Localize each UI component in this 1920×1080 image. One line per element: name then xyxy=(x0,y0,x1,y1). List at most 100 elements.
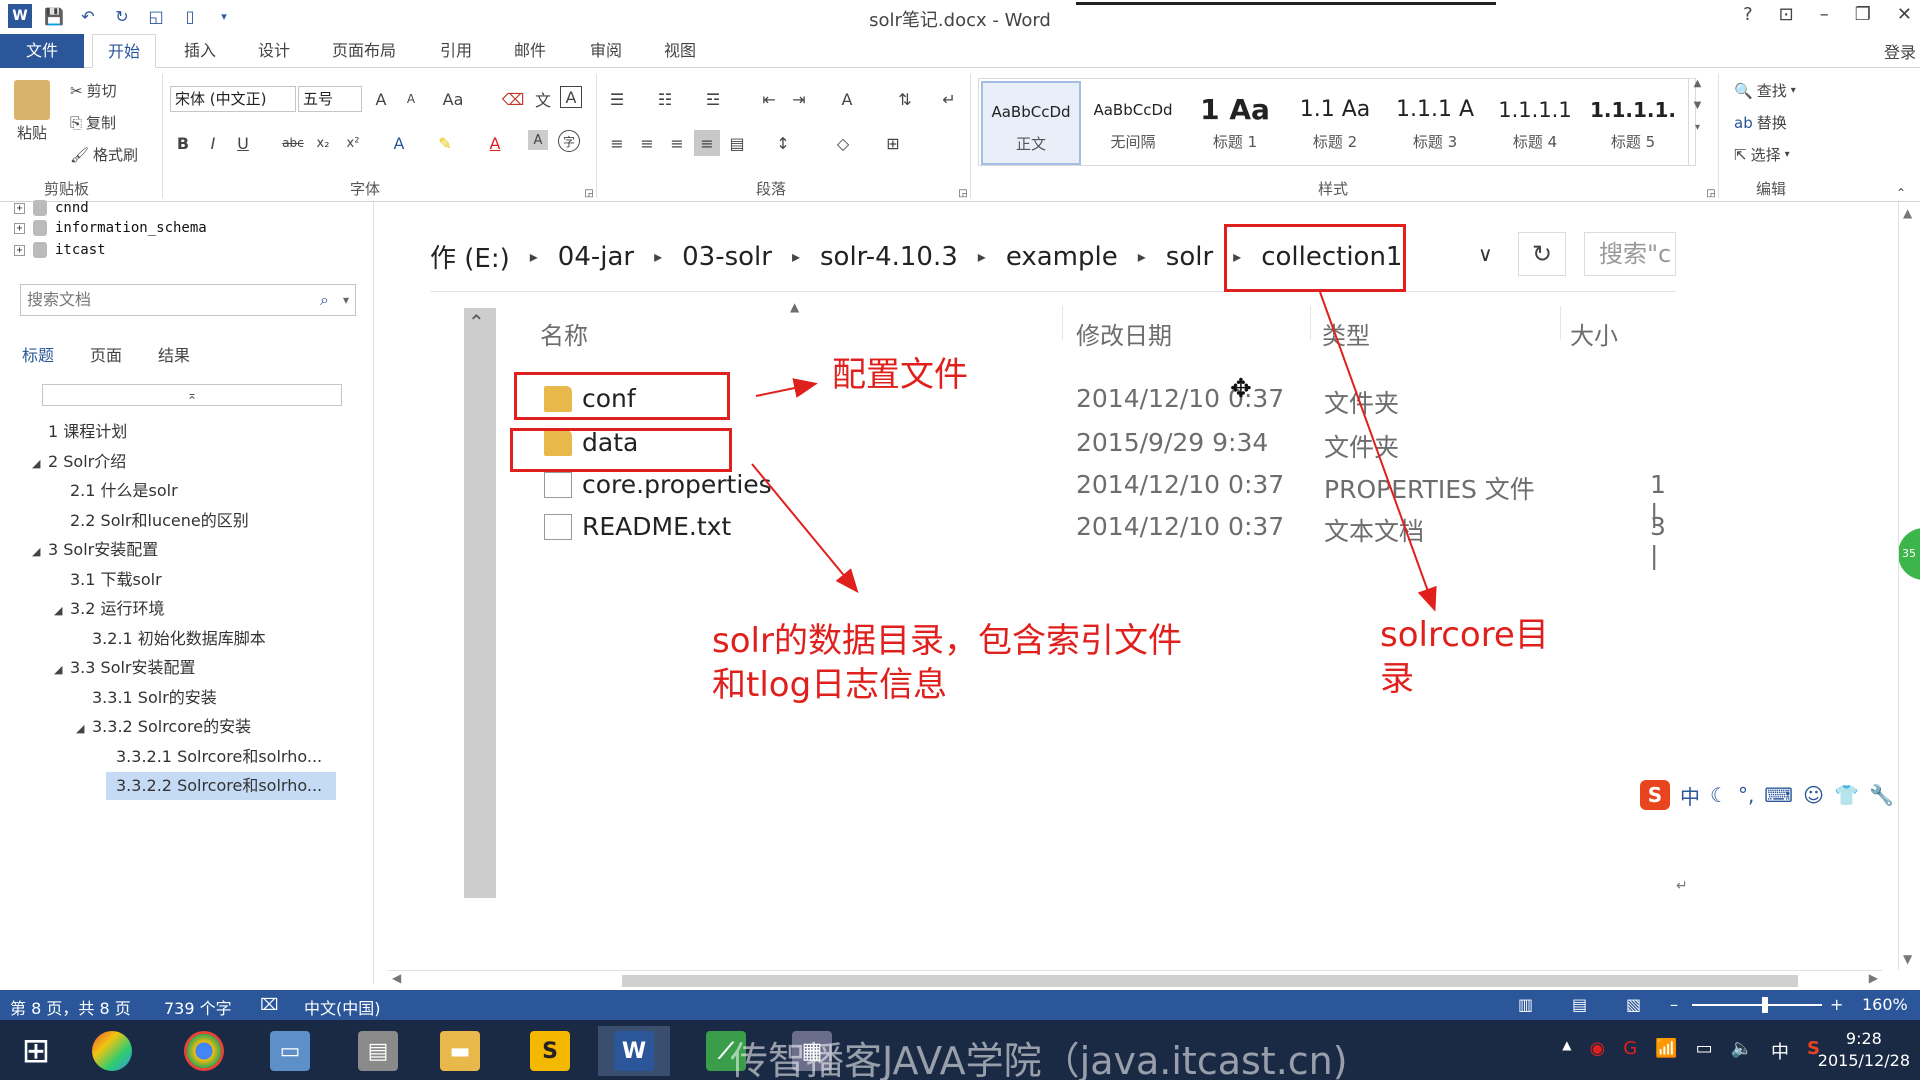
keyboard-icon[interactable]: ⌨ xyxy=(1764,783,1793,807)
superscript-button[interactable]: x² xyxy=(340,130,366,156)
tray-expand-icon[interactable]: ▲ xyxy=(1562,1038,1571,1064)
column-header-date[interactable]: 修改日期 xyxy=(1076,316,1172,351)
paste-button[interactable]: 粘贴 xyxy=(14,80,50,143)
chevron-down-icon[interactable]: ∨ xyxy=(1478,242,1493,266)
restore-button[interactable]: ❐ xyxy=(1855,4,1871,25)
column-header-name[interactable]: 名称 xyxy=(540,316,588,351)
breadcrumb-chevron-icon[interactable]: ▸ xyxy=(654,247,662,266)
style-heading-4[interactable]: 1.1.1.1 标题 4 xyxy=(1485,81,1585,165)
proofing-icon[interactable]: ⌧ xyxy=(260,995,278,1014)
cut-button[interactable]: ✂ 剪切 xyxy=(70,80,117,101)
tab-review[interactable]: 审阅 xyxy=(578,34,634,68)
taskbar-app[interactable]: ▬ xyxy=(424,1026,496,1076)
copy-button[interactable]: ⎘ 复制 xyxy=(70,112,116,133)
multilevel-list-icon[interactable]: ☲ xyxy=(700,86,726,112)
heading-item[interactable]: ◢ 3.3 Solr安装配置 xyxy=(54,654,196,682)
expand-triangle-icon[interactable]: ◢ xyxy=(32,538,48,566)
clear-format-icon[interactable]: ⌫ xyxy=(500,86,526,112)
scroll-down-icon[interactable]: ▼ xyxy=(1903,952,1912,966)
replace-button[interactable]: ab 替换 xyxy=(1734,112,1787,133)
expand-triangle-icon[interactable]: ◢ xyxy=(54,656,70,684)
heading-item[interactable]: 2.2 Solr和lucene的区别 xyxy=(54,507,249,535)
zoom-level[interactable]: 160% xyxy=(1862,995,1908,1014)
column-header-size[interactable]: 大小 xyxy=(1570,316,1618,351)
taskbar-app[interactable]: S xyxy=(514,1026,586,1076)
style-no-spacing[interactable]: AaBbCcDd 无间隔 xyxy=(1083,81,1183,165)
char-shading-icon[interactable]: A xyxy=(528,130,548,150)
breadcrumb-item[interactable]: 作 (E:) xyxy=(430,238,510,275)
numbering-icon[interactable]: ☷ xyxy=(652,86,678,112)
close-button[interactable]: ✕ xyxy=(1897,4,1912,25)
clock[interactable]: 9:28 2015/12/28 xyxy=(1818,1028,1910,1072)
print-layout-icon[interactable]: ▤ xyxy=(1572,995,1587,1014)
document-horizontal-scrollbar[interactable]: ◀ ▶ xyxy=(388,970,1882,990)
tab-layout[interactable]: 页面布局 xyxy=(322,34,406,68)
user-icon[interactable]: ☺ xyxy=(1803,783,1824,807)
search-icon[interactable]: ⌕ xyxy=(320,285,329,315)
zoom-slider-thumb[interactable] xyxy=(1762,997,1768,1013)
phonetic-guide-icon[interactable]: 文 xyxy=(530,86,556,112)
underline-button[interactable]: U xyxy=(230,130,256,156)
style-normal[interactable]: AaBbCcDd 正文 xyxy=(981,81,1081,165)
zoom-out-button[interactable]: – xyxy=(1670,995,1678,1014)
wrench-icon[interactable]: 🔧 xyxy=(1869,783,1894,807)
zoom-slider[interactable] xyxy=(1692,1004,1822,1006)
nav-tab-headings[interactable]: 标题 xyxy=(22,342,54,366)
zoom-in-button[interactable]: + xyxy=(1830,995,1843,1014)
heading-item[interactable]: 3.3.1 Solr的安装 xyxy=(76,684,217,712)
show-marks-icon[interactable]: ↵ xyxy=(936,86,962,112)
chinese-layout-icon[interactable]: A xyxy=(834,86,860,112)
enclose-char-icon[interactable]: 字 xyxy=(558,130,580,152)
char-border-icon[interactable]: A xyxy=(560,86,582,108)
heading-item[interactable]: 3.3.2.2 Solrcore和solrho... xyxy=(106,772,336,800)
ime-lang-indicator[interactable]: 中 xyxy=(1680,781,1700,810)
scroll-up-icon[interactable]: ▲ xyxy=(1903,206,1912,220)
breadcrumb-item[interactable]: solr xyxy=(1166,242,1213,272)
tray-network-icon[interactable]: 📶 xyxy=(1655,1038,1677,1064)
sogou-icon[interactable]: S xyxy=(1640,780,1670,810)
select-button[interactable]: ⇱ 选择 ▾ xyxy=(1734,144,1790,165)
db-tree-item[interactable]: + itcast xyxy=(14,242,106,258)
nav-tab-pages[interactable]: 页面 xyxy=(90,342,122,366)
justify-icon[interactable]: ≡ xyxy=(694,130,720,156)
style-heading-1[interactable]: 1 Aa 标题 1 xyxy=(1185,81,1285,165)
italic-button[interactable]: I xyxy=(200,130,226,156)
scroll-up-icon[interactable]: ⌃ xyxy=(468,310,485,334)
tray-record-icon[interactable]: ◉ xyxy=(1590,1038,1606,1064)
strikethrough-button[interactable]: abc xyxy=(280,130,306,156)
borders-icon[interactable]: ⊞ xyxy=(880,130,906,156)
font-name-combo[interactable]: 宋体 (中文正) xyxy=(170,86,296,112)
heading-item[interactable]: 3.1 下载solr xyxy=(54,566,162,594)
scroll-left-icon[interactable]: ◀ xyxy=(392,971,401,985)
subscript-button[interactable]: x₂ xyxy=(310,130,336,156)
heading-item[interactable]: 2.1 什么是solr xyxy=(54,477,178,505)
tab-design[interactable]: 设计 xyxy=(246,34,302,68)
word-count[interactable]: 739 个字 xyxy=(164,995,232,1019)
web-layout-icon[interactable]: ▧ xyxy=(1626,995,1641,1014)
scroll-right-icon[interactable]: ▶ xyxy=(1869,971,1878,985)
find-button[interactable]: 🔍 查找 ▾ xyxy=(1734,80,1796,101)
file-row[interactable]: core.properties 2014/12/10 0:37 PROPERTIES… xyxy=(540,466,1680,528)
column-header-type[interactable]: 类型 xyxy=(1322,316,1370,351)
align-left-icon[interactable]: ≡ xyxy=(604,130,630,156)
tab-file[interactable]: 文件 xyxy=(0,34,84,68)
breadcrumb-item[interactable]: 03-solr xyxy=(682,242,772,272)
line-spacing-icon[interactable]: ↕ xyxy=(770,130,796,156)
style-heading-3[interactable]: 1.1.1 A 标题 3 xyxy=(1385,81,1485,165)
heading-item[interactable]: 3.2.1 初始化数据库脚本 xyxy=(76,625,266,653)
login-link[interactable]: 登录 xyxy=(1884,39,1916,63)
tab-view[interactable]: 视图 xyxy=(652,34,708,68)
read-mode-icon[interactable]: ▥ xyxy=(1518,995,1533,1014)
tab-insert[interactable]: 插入 xyxy=(170,34,230,68)
collapse-all-button[interactable]: ⌅ xyxy=(42,384,342,406)
sort-icon[interactable]: ⇅ xyxy=(892,86,918,112)
expand-triangle-icon[interactable]: ◢ xyxy=(32,450,48,478)
bullets-icon[interactable]: ☰ xyxy=(604,86,630,112)
heading-item[interactable]: ◢ 2 Solr介绍 xyxy=(32,448,126,476)
taskbar-app[interactable] xyxy=(168,1026,240,1076)
format-painter-button[interactable]: 🖌 格式刷 xyxy=(70,144,138,165)
explorer-search-input[interactable]: 搜索"c xyxy=(1584,232,1676,276)
breadcrumb-chevron-icon[interactable]: ▸ xyxy=(1138,247,1146,266)
help-button[interactable]: ? xyxy=(1743,4,1753,25)
language-indicator[interactable]: 中文(中国) xyxy=(304,995,381,1019)
